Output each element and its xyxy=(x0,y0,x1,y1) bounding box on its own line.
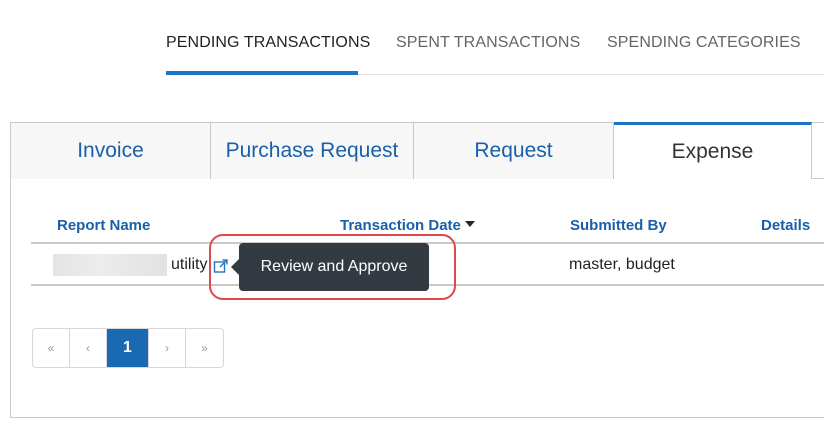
column-header-submitted-by[interactable]: Submitted By xyxy=(570,217,667,234)
last-page-button[interactable]: » xyxy=(186,329,223,367)
tab-spending-categories[interactable]: SPENDING CATEGORIES xyxy=(607,34,801,52)
annotation-highlight xyxy=(209,234,456,300)
submitted-by-cell: master, budget xyxy=(569,256,675,273)
first-page-button[interactable]: « xyxy=(33,329,70,367)
active-tab-indicator xyxy=(166,71,358,75)
report-name-cell: utility xyxy=(171,256,208,273)
next-page-button[interactable]: › xyxy=(149,329,186,367)
sort-desc-icon xyxy=(464,221,475,227)
subtab-purchase-request[interactable]: Purchase Request xyxy=(211,123,414,179)
pagination: « ‹ 1 › » xyxy=(32,328,224,368)
document-type-tabs: Invoice Purchase Request Request Expense xyxy=(11,122,824,179)
column-header-report-name[interactable]: Report Name xyxy=(57,217,150,234)
column-header-details[interactable]: Details xyxy=(761,217,810,234)
transaction-date-label: Transaction Date xyxy=(340,217,461,234)
top-nav-tabs: PENDING TRANSACTIONS SPENT TRANSACTIONS … xyxy=(0,0,824,76)
tab-pending-transactions[interactable]: PENDING TRANSACTIONS xyxy=(166,34,370,52)
prev-page-button[interactable]: ‹ xyxy=(70,329,107,367)
tab-spent-transactions[interactable]: SPENT TRANSACTIONS xyxy=(396,34,580,52)
redacted-report-name xyxy=(53,254,167,276)
subtab-request[interactable]: Request xyxy=(414,123,614,179)
subtab-invoice[interactable]: Invoice xyxy=(11,123,211,179)
subtab-expense[interactable]: Expense xyxy=(614,122,812,179)
transactions-panel: Invoice Purchase Request Request Expense… xyxy=(10,122,824,418)
column-header-transaction-date[interactable]: Transaction Date xyxy=(340,217,475,234)
page-1-button[interactable]: 1 xyxy=(107,329,149,367)
